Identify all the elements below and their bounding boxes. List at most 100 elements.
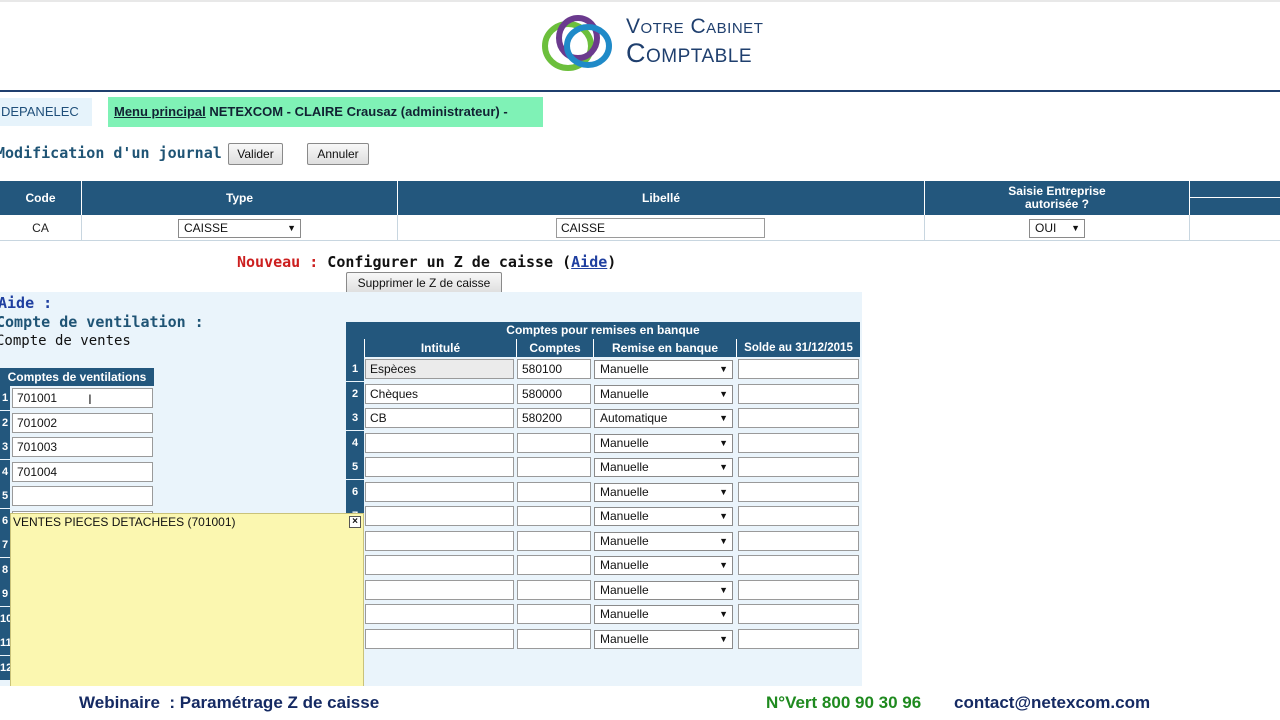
close-icon[interactable]: × (349, 516, 361, 528)
intitule-input[interactable]: Chèques (365, 383, 514, 404)
intitule-input[interactable] (365, 604, 514, 624)
remise-select[interactable]: Manuelle ▼ (594, 556, 733, 575)
solde-input[interactable] (738, 481, 859, 502)
saisie-select[interactable]: OUI ▼ (1029, 219, 1085, 238)
bank-row: 6 Manuelle ▼ (346, 479, 860, 504)
ventilation-row: 3 701003 (0, 435, 156, 459)
col-extra-header (1190, 181, 1280, 215)
ventilation-account-input[interactable]: 701002 (12, 412, 153, 433)
zcaisse-text: Configurer un Z de caisse ( (318, 253, 572, 271)
ventilation-account-input[interactable]: 701004 (12, 461, 153, 482)
valider-button[interactable]: Valider (228, 143, 283, 165)
compte-input[interactable]: 580000 (517, 383, 591, 404)
remise-select[interactable]: Manuelle ▼ (594, 384, 733, 404)
intitule-input[interactable] (365, 481, 514, 502)
intitule-input[interactable] (365, 506, 514, 526)
ventilation-account-input[interactable]: 701001 (12, 388, 153, 408)
journal-type-cell: CAISSE ▼ (82, 215, 398, 241)
col-code-header: Code (0, 181, 82, 215)
footer: Webinaire : Paramétrage Z de caisse N°Ve… (0, 686, 1280, 720)
col-libelle-header: Libellé (398, 181, 925, 215)
compte-input[interactable] (517, 481, 591, 502)
remise-select[interactable]: Manuelle ▼ (594, 360, 733, 379)
intitule-input[interactable] (365, 628, 514, 649)
col-saisie-header: Saisie Entreprise autorisée ? (925, 181, 1190, 215)
solde-input[interactable] (738, 530, 859, 551)
annuler-button[interactable]: Annuler (307, 143, 369, 165)
header-rule (0, 90, 1280, 92)
remise-select[interactable]: Automatique ▼ (594, 409, 733, 428)
user-info: NETEXCOM - CLAIRE Crausaz (administrateu… (205, 104, 508, 119)
compte-input[interactable] (517, 432, 591, 453)
col-solde-header: Solde au 31/12/2015 (736, 339, 860, 357)
col-comptes-header: Comptes (516, 339, 593, 357)
intitule-input[interactable] (365, 555, 514, 575)
chevron-down-icon: ▼ (719, 364, 728, 374)
menu-bar: Menu principal NETEXCOM - CLAIRE Crausaz… (108, 97, 543, 127)
ventilation-account-input[interactable] (12, 486, 153, 506)
solde-input[interactable] (738, 506, 859, 526)
journal-type-select[interactable]: CAISSE ▼ (178, 219, 301, 238)
nouveau-label: Nouveau : (237, 253, 319, 271)
journal-libelle-input[interactable]: CAISSE (556, 218, 765, 238)
ventilation-header: Comptes de ventilations (0, 368, 154, 386)
autocomplete-suggestion[interactable]: VENTES PIECES DETACHEES (701001) (13, 515, 236, 529)
brand-line-1: Votre Cabinet (626, 15, 764, 38)
row-number: 5 (346, 455, 364, 479)
solde-input[interactable] (738, 383, 859, 404)
remise-value: Manuelle (600, 362, 649, 376)
aide-link[interactable]: Aide (571, 253, 607, 271)
compte-input[interactable] (517, 506, 591, 526)
col-intitule-header: Intitulé (364, 339, 516, 357)
remise-select[interactable]: Manuelle ▼ (594, 629, 733, 649)
chevron-down-icon: ▼ (719, 462, 728, 472)
solde-input[interactable] (738, 432, 859, 453)
compte-input[interactable]: 580200 (517, 408, 591, 428)
row-number: 3 (0, 435, 10, 459)
col-remise-header: Remise en banque (593, 339, 736, 357)
ventilation-account-input[interactable]: 701003 (12, 437, 153, 457)
solde-input[interactable] (738, 604, 859, 624)
intitule-input[interactable] (365, 579, 514, 600)
row-number: 2 (0, 410, 10, 435)
chevron-down-icon: ▼ (719, 388, 728, 399)
remise-select[interactable]: Manuelle ▼ (594, 433, 733, 453)
bank-row: 10Manuelle▼ (346, 577, 860, 602)
remise-select[interactable]: Manuelle ▼ (594, 580, 733, 600)
intitule-input[interactable]: Espèces (365, 359, 514, 379)
intitule-input[interactable]: CB (365, 408, 514, 428)
supprimer-z-button[interactable]: Supprimer le Z de caisse (346, 272, 502, 294)
compte-input[interactable]: 580100 (517, 359, 591, 379)
journal-libelle-cell: CAISSE (398, 215, 925, 241)
compte-input[interactable] (517, 555, 591, 575)
intitule-input[interactable] (365, 530, 514, 551)
remise-select[interactable]: Manuelle ▼ (594, 507, 733, 526)
intitule-input[interactable] (365, 457, 514, 477)
solde-input[interactable] (738, 359, 859, 379)
compte-input[interactable] (517, 530, 591, 551)
solde-input[interactable] (738, 628, 859, 649)
chevron-down-icon: ▼ (1071, 223, 1080, 233)
compte-input[interactable] (517, 579, 591, 600)
bank-row: 4 Manuelle ▼ (346, 430, 860, 455)
main-menu-link[interactable]: Menu principal (114, 104, 206, 119)
remise-value: Manuelle (600, 558, 649, 572)
solde-input[interactable] (738, 579, 859, 600)
compte-input[interactable] (517, 604, 591, 624)
compte-input[interactable] (517, 457, 591, 477)
autocomplete-popup: VENTES PIECES DETACHEES (701001) × (10, 513, 364, 693)
intitule-input[interactable] (365, 432, 514, 453)
row-number: 12 (0, 655, 12, 680)
solde-input[interactable] (738, 555, 859, 575)
compte-input[interactable] (517, 628, 591, 649)
solde-input[interactable] (738, 457, 859, 477)
remise-select[interactable]: Manuelle ▼ (594, 458, 733, 477)
remise-select[interactable]: Manuelle ▼ (594, 531, 733, 551)
row-number: 4 (346, 430, 364, 455)
chevron-down-icon: ▼ (287, 223, 296, 233)
solde-input[interactable] (738, 408, 859, 428)
remise-select[interactable]: Manuelle ▼ (594, 605, 733, 624)
remise-select[interactable]: Manuelle ▼ (594, 482, 733, 502)
journal-extra-cell (1190, 215, 1280, 241)
chevron-down-icon: ▼ (719, 609, 728, 619)
